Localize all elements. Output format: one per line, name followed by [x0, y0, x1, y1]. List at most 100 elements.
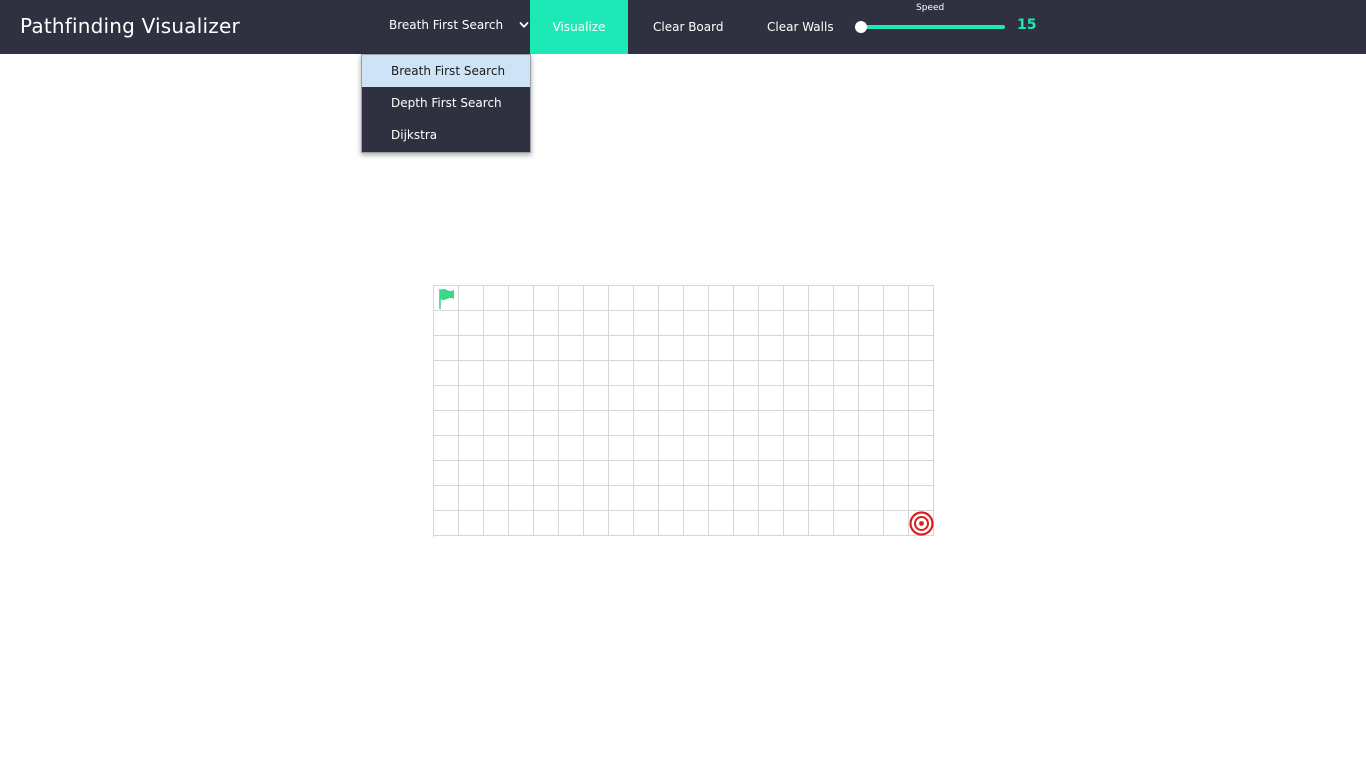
grid-cell[interactable]: [759, 436, 784, 461]
grid-cell[interactable]: [434, 486, 459, 511]
grid-cell[interactable]: [709, 336, 734, 361]
grid-cell[interactable]: [784, 411, 809, 436]
grid-cell[interactable]: [884, 486, 909, 511]
grid-cell[interactable]: [909, 286, 934, 311]
grid-cell[interactable]: [784, 486, 809, 511]
grid-cell[interactable]: [809, 461, 834, 486]
grid-cell[interactable]: [734, 486, 759, 511]
grid-cell[interactable]: [659, 436, 684, 461]
grid-cell[interactable]: [509, 311, 534, 336]
grid-cell[interactable]: [884, 436, 909, 461]
grid-cell[interactable]: [609, 336, 634, 361]
grid-cell[interactable]: [684, 386, 709, 411]
grid-cell[interactable]: [834, 286, 859, 311]
grid-cell[interactable]: [759, 311, 784, 336]
grid-cell[interactable]: [434, 311, 459, 336]
grid-cell[interactable]: [484, 386, 509, 411]
grid-cell[interactable]: [559, 361, 584, 386]
grid-cell[interactable]: [559, 311, 584, 336]
grid-cell[interactable]: [659, 286, 684, 311]
grid-cell[interactable]: [909, 486, 934, 511]
grid-cell[interactable]: [859, 486, 884, 511]
grid-cell[interactable]: [709, 361, 734, 386]
grid-cell[interactable]: [484, 411, 509, 436]
grid-cell[interactable]: [859, 311, 884, 336]
grid-cell[interactable]: [559, 336, 584, 361]
grid-cell[interactable]: [909, 361, 934, 386]
grid-cell[interactable]: [684, 311, 709, 336]
grid-cell[interactable]: [759, 336, 784, 361]
grid-cell[interactable]: [809, 386, 834, 411]
grid-cell[interactable]: [834, 486, 859, 511]
grid-cell[interactable]: [709, 436, 734, 461]
grid-cell[interactable]: [459, 361, 484, 386]
grid-cell[interactable]: [884, 311, 909, 336]
grid-cell[interactable]: [459, 311, 484, 336]
grid-cell[interactable]: [834, 411, 859, 436]
grid-cell[interactable]: [609, 436, 634, 461]
grid-cell[interactable]: [909, 461, 934, 486]
grid-cell[interactable]: [484, 511, 509, 536]
grid-cell[interactable]: [884, 386, 909, 411]
grid-cell[interactable]: [709, 511, 734, 536]
grid-cell[interactable]: [784, 361, 809, 386]
grid-cell[interactable]: [659, 511, 684, 536]
grid-cell[interactable]: [484, 486, 509, 511]
grid-cell[interactable]: [834, 386, 859, 411]
grid-cell[interactable]: [659, 361, 684, 386]
grid-cell[interactable]: [509, 361, 534, 386]
grid-cell[interactable]: [509, 436, 534, 461]
grid-cell[interactable]: [859, 386, 884, 411]
speed-slider-track[interactable]: [860, 25, 1005, 29]
grid-cell[interactable]: [759, 361, 784, 386]
grid-cell[interactable]: [559, 461, 584, 486]
grid-cell[interactable]: [909, 411, 934, 436]
algorithm-select[interactable]: Breath First Search: [362, 0, 530, 54]
grid-cell[interactable]: [809, 286, 834, 311]
grid-cell[interactable]: [659, 486, 684, 511]
grid-cell[interactable]: [509, 461, 534, 486]
grid-cell[interactable]: [734, 386, 759, 411]
grid-cell[interactable]: [734, 436, 759, 461]
grid-cell[interactable]: [484, 436, 509, 461]
grid-cell[interactable]: [759, 386, 784, 411]
grid-cell[interactable]: [509, 336, 534, 361]
grid-cell[interactable]: [459, 511, 484, 536]
grid-cell[interactable]: [584, 436, 609, 461]
grid-cell[interactable]: [584, 386, 609, 411]
grid-cell[interactable]: [884, 461, 909, 486]
dropdown-option-bfs[interactable]: Breath First Search: [362, 55, 530, 87]
grid-cell[interactable]: [434, 361, 459, 386]
grid-cell[interactable]: [659, 411, 684, 436]
grid-cell[interactable]: [509, 486, 534, 511]
grid-cell[interactable]: [459, 286, 484, 311]
grid-cell[interactable]: [709, 311, 734, 336]
grid-cell[interactable]: [634, 311, 659, 336]
grid-cell[interactable]: [809, 336, 834, 361]
grid-cell[interactable]: [509, 411, 534, 436]
grid-cell[interactable]: [884, 411, 909, 436]
grid-cell[interactable]: [684, 486, 709, 511]
grid-cell[interactable]: [534, 436, 559, 461]
dropdown-option-dfs[interactable]: Depth First Search: [362, 87, 530, 119]
grid-cell[interactable]: [484, 286, 509, 311]
grid-cell[interactable]: [909, 336, 934, 361]
grid-cell[interactable]: [834, 436, 859, 461]
speed-slider-thumb[interactable]: [855, 21, 867, 33]
grid-cell[interactable]: [734, 311, 759, 336]
grid-cell[interactable]: [634, 436, 659, 461]
grid-cell[interactable]: [809, 436, 834, 461]
grid-cell[interactable]: [634, 336, 659, 361]
grid-cell[interactable]: [734, 336, 759, 361]
grid-cell[interactable]: [584, 311, 609, 336]
grid-cell[interactable]: [559, 436, 584, 461]
grid-cell[interactable]: [784, 511, 809, 536]
grid-cell[interactable]: [709, 386, 734, 411]
grid-cell[interactable]: [784, 386, 809, 411]
grid-cell[interactable]: [909, 386, 934, 411]
grid-cell[interactable]: [859, 511, 884, 536]
grid-cell[interactable]: [659, 336, 684, 361]
grid-cell[interactable]: [634, 386, 659, 411]
grid-cell[interactable]: [559, 286, 584, 311]
grid-cell[interactable]: [509, 286, 534, 311]
